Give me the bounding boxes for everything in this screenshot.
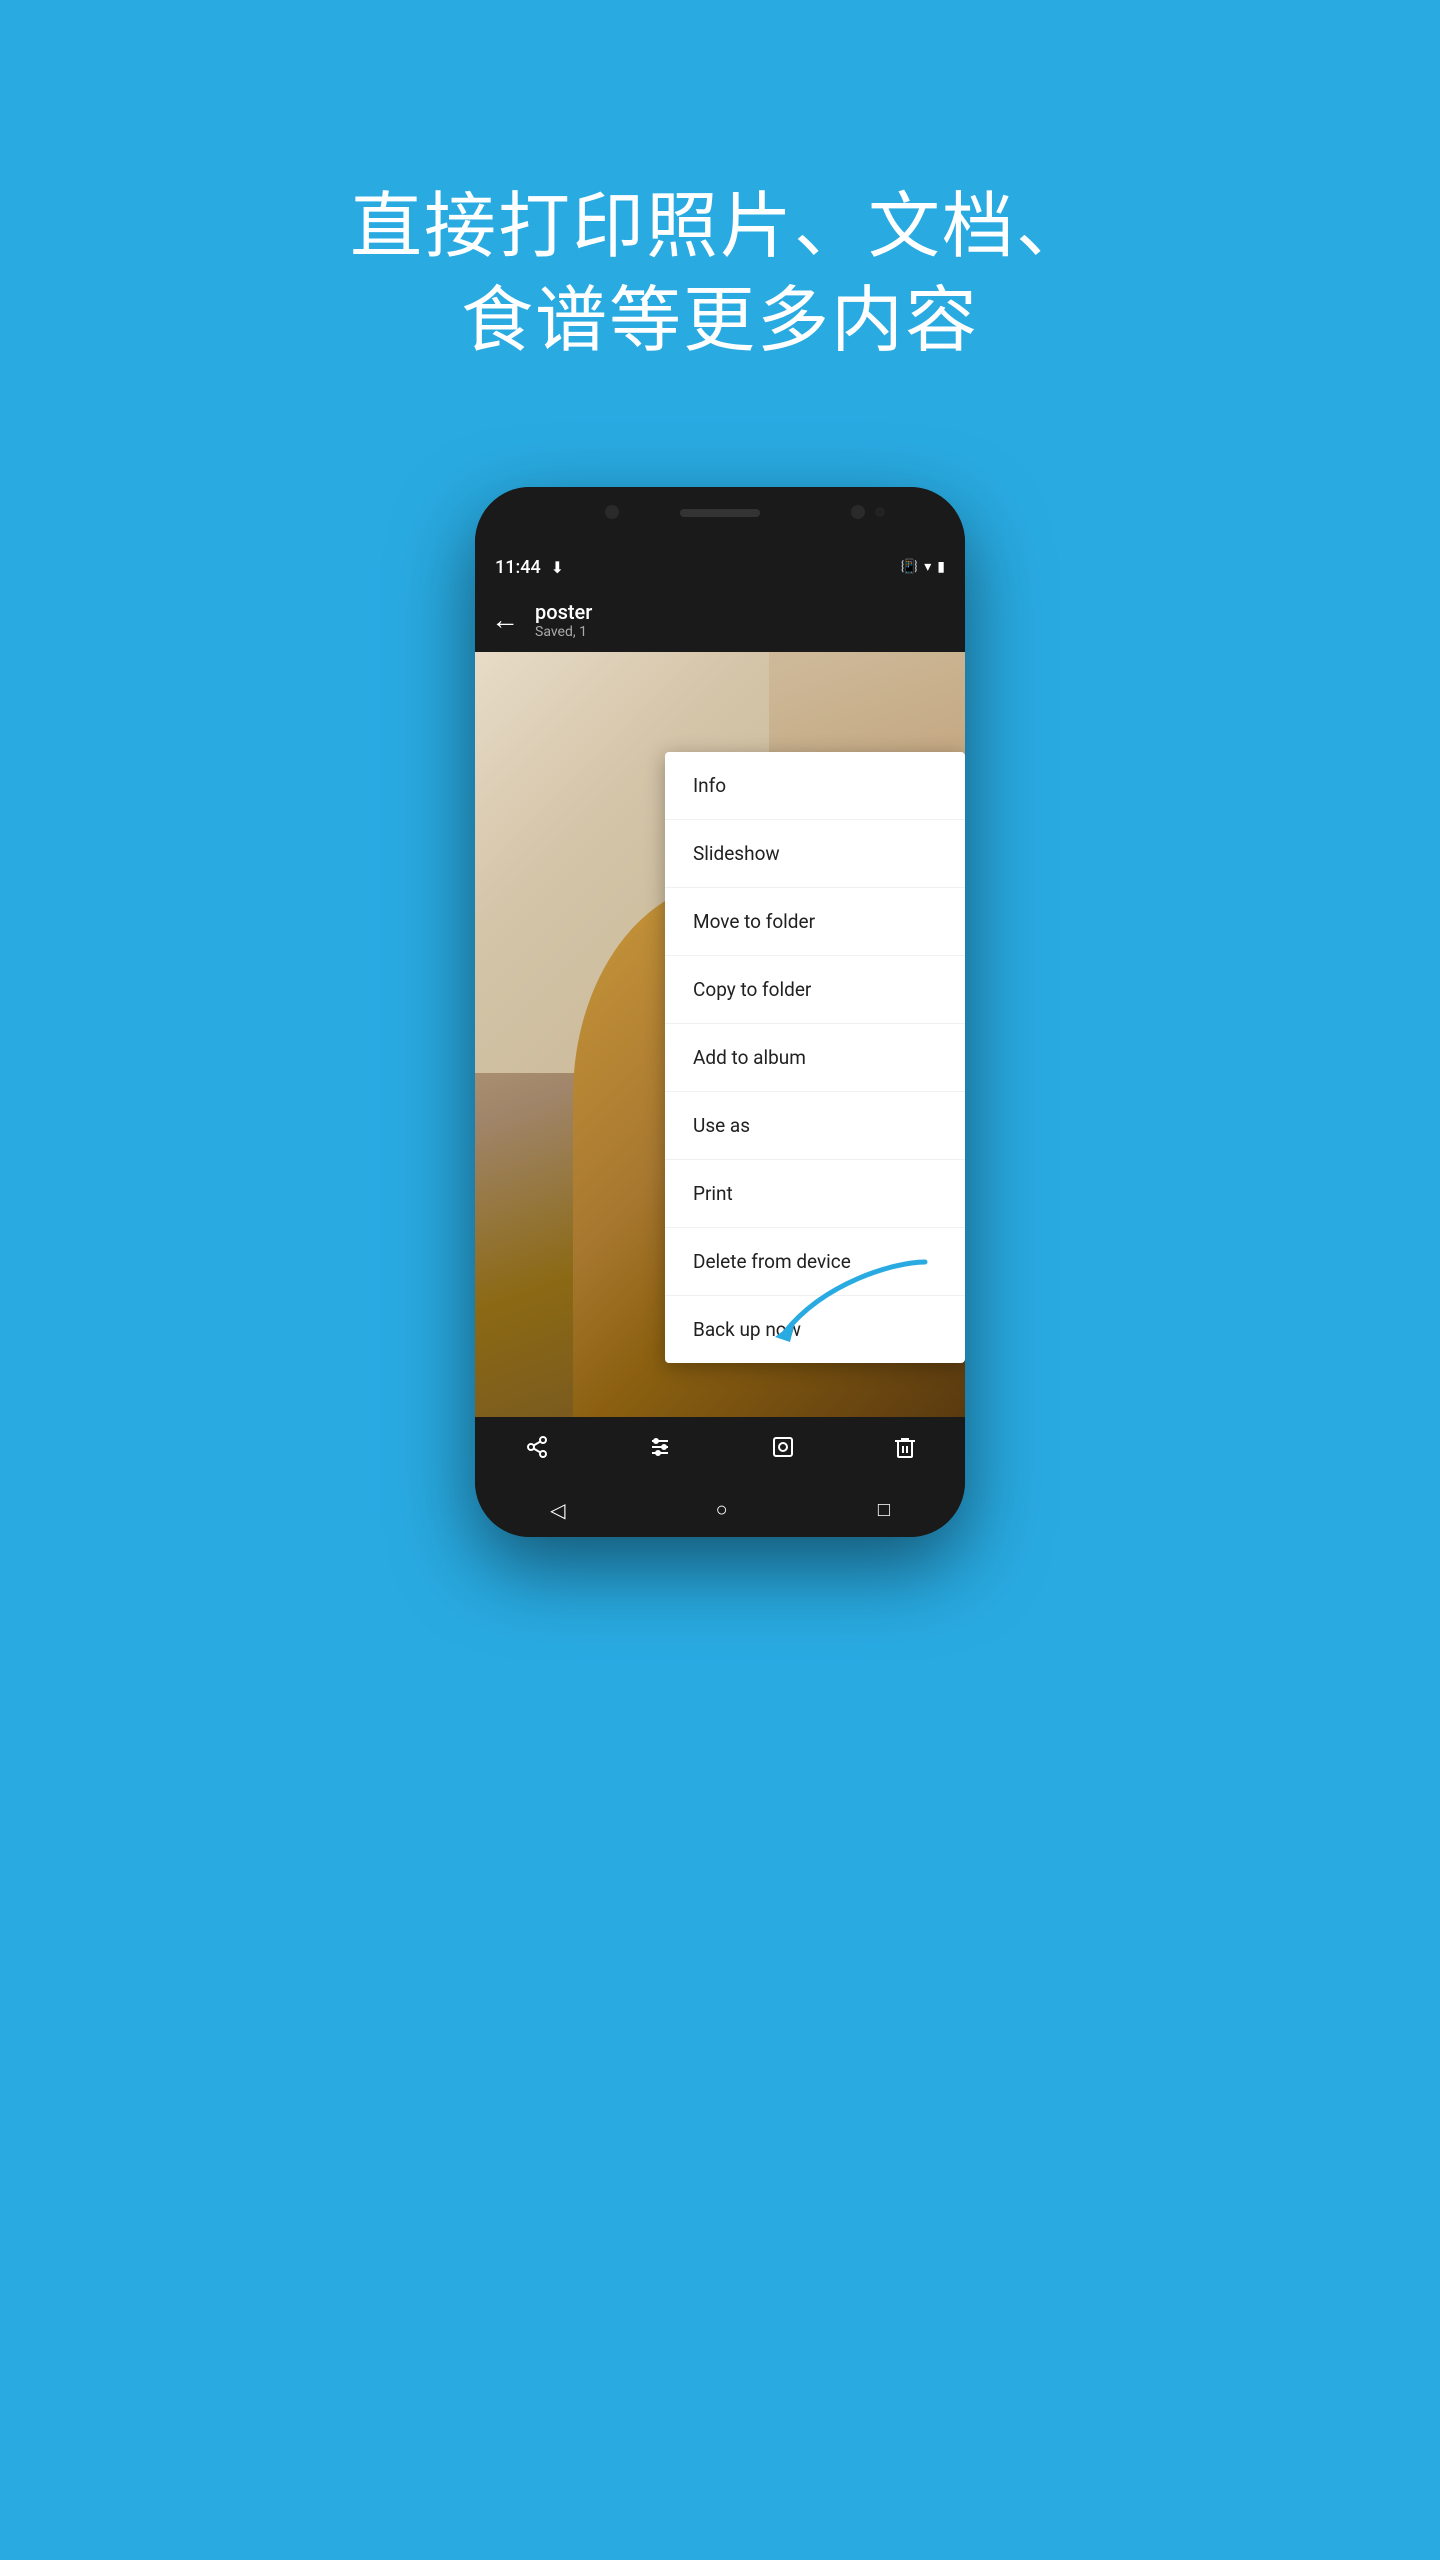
menu-item-move-to-folder[interactable]: Move to folder: [665, 888, 965, 956]
phone-speaker: [680, 509, 760, 517]
camera-dot-right2: [875, 507, 885, 517]
menu-item-back-up-now[interactable]: Back up now: [665, 1296, 965, 1363]
menu-item-use-as[interactable]: Use as: [665, 1092, 965, 1160]
app-bar: ← poster Saved, 1: [475, 587, 965, 652]
camera-dot-left: [605, 505, 619, 519]
battery-icon: ▮: [937, 559, 945, 575]
adjust-icon[interactable]: [648, 1435, 672, 1465]
status-left: 11:44 ⬇: [495, 557, 564, 578]
phone-screen: 11:44 ⬇ 📳 ▾ ▮ ← poster Saved, 1: [475, 547, 965, 1537]
phone-top-bar: [475, 487, 965, 547]
menu-item-info[interactable]: Info: [665, 752, 965, 820]
context-menu: Info Slideshow Move to folder Copy to fo…: [665, 752, 965, 1363]
menu-item-slideshow[interactable]: Slideshow: [665, 820, 965, 888]
phone-mockup: 11:44 ⬇ 📳 ▾ ▮ ← poster Saved, 1: [475, 487, 965, 1537]
vibrate-icon: 📳: [901, 559, 918, 575]
app-bar-title-group: poster Saved, 1: [535, 600, 592, 640]
download-icon: ⬇: [551, 558, 564, 577]
system-nav: ◁ ○ □: [475, 1482, 965, 1537]
recents-nav-button[interactable]: □: [878, 1497, 890, 1522]
phone-shell: 11:44 ⬇ 📳 ▾ ▮ ← poster Saved, 1: [475, 487, 965, 1537]
menu-item-copy-to-folder[interactable]: Copy to folder: [665, 956, 965, 1024]
back-button[interactable]: ←: [491, 603, 519, 636]
app-bar-subtitle: Saved, 1: [535, 624, 592, 640]
lens-icon[interactable]: [771, 1435, 795, 1465]
status-right: 📳 ▾ ▮: [901, 559, 945, 575]
page-title: 直接打印照片、文档、 食谱等更多内容: [350, 180, 1090, 367]
home-nav-button[interactable]: ○: [716, 1497, 728, 1522]
share-icon[interactable]: [525, 1435, 549, 1465]
camera-dot-right: [851, 505, 865, 519]
menu-item-add-to-album[interactable]: Add to album: [665, 1024, 965, 1092]
screen-content: Info Slideshow Move to folder Copy to fo…: [475, 652, 965, 1417]
menu-item-print[interactable]: Print: [665, 1160, 965, 1228]
wifi-icon: ▾: [924, 559, 931, 575]
bottom-nav-bar: [475, 1417, 965, 1482]
delete-icon[interactable]: [894, 1435, 916, 1465]
menu-item-delete-from-device[interactable]: Delete from device: [665, 1228, 965, 1296]
app-bar-title: poster: [535, 600, 592, 624]
back-nav-button[interactable]: ◁: [550, 1498, 565, 1522]
status-time: 11:44: [495, 557, 541, 578]
status-bar: 11:44 ⬇ 📳 ▾ ▮: [475, 547, 965, 587]
